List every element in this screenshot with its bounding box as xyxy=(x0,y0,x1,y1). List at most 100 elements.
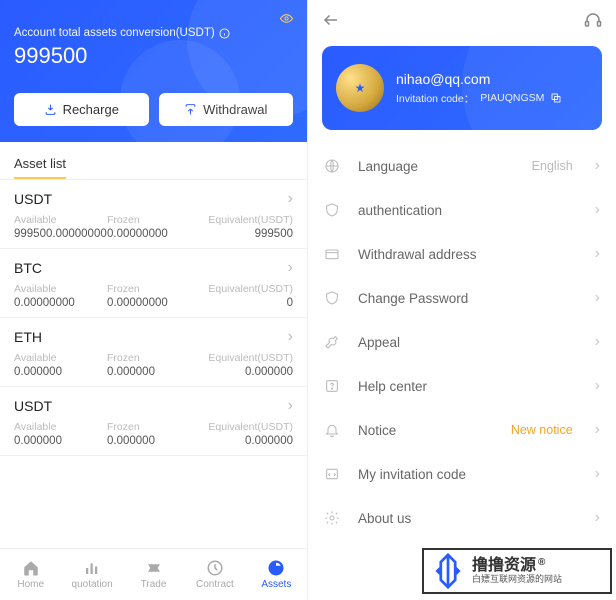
menu-meta: English xyxy=(532,159,573,173)
trade-icon xyxy=(145,559,163,577)
val-equiv: 0.000000 xyxy=(200,435,293,447)
tab-label: Trade xyxy=(141,579,167,590)
val-frozen: 0.000000 xyxy=(107,435,200,447)
chevron-right-icon: › xyxy=(595,377,600,395)
col-frozen: Frozen xyxy=(107,214,200,226)
menu-label: About us xyxy=(358,511,581,526)
menu-item-authentication[interactable]: authentication › xyxy=(308,188,616,232)
chevron-right-icon: › xyxy=(288,328,293,346)
menu-item-about-us[interactable]: About us › xyxy=(308,496,616,540)
eye-icon[interactable] xyxy=(280,12,293,25)
chevron-right-icon: › xyxy=(595,421,600,439)
settings-menu: Language English › authentication › With… xyxy=(308,144,616,540)
tab-contract[interactable]: Contract xyxy=(184,549,245,600)
chevron-right-icon: › xyxy=(288,259,293,277)
chevron-right-icon: › xyxy=(595,157,600,175)
copy-icon[interactable] xyxy=(550,92,562,104)
asset-symbol: ETH xyxy=(14,329,42,345)
asset-header[interactable]: ETH › xyxy=(14,328,293,346)
asset-header[interactable]: USDT › xyxy=(14,190,293,208)
val-available: 0.00000000 xyxy=(14,297,107,309)
col-available: Available xyxy=(14,352,107,364)
val-available: 0.000000 xyxy=(14,435,107,447)
tab-assets[interactable]: Assets xyxy=(246,549,307,600)
val-frozen: 0.00000000 xyxy=(107,228,200,240)
hero-title-text: Account total assets conversion(USDT) xyxy=(14,27,215,39)
shield-icon xyxy=(324,290,344,306)
menu-item-withdrawal-address[interactable]: Withdrawal address › xyxy=(308,232,616,276)
contract-icon xyxy=(206,559,224,577)
profile-screen: nihao@qq.com Invitation code： PIAUQNGSM … xyxy=(308,0,616,600)
withdrawal-label: Withdrawal xyxy=(203,102,267,117)
topbar xyxy=(308,0,616,40)
watermark-main: 撸撸资源 xyxy=(472,557,536,575)
val-equiv: 999500 xyxy=(200,228,293,240)
menu-item-language[interactable]: Language English › xyxy=(308,144,616,188)
upload-icon xyxy=(184,103,197,116)
val-frozen: 0.00000000 xyxy=(107,297,200,309)
tab-label: Assets xyxy=(261,579,291,590)
asset-header[interactable]: BTC › xyxy=(14,259,293,277)
code-icon xyxy=(324,466,344,482)
recharge-button[interactable]: Recharge xyxy=(14,93,149,126)
menu-label: Appeal xyxy=(358,335,581,350)
menu-item-notice[interactable]: Notice New notice › xyxy=(308,408,616,452)
col-equiv: Equivalent(USDT) xyxy=(200,214,293,226)
help-icon xyxy=(324,378,344,394)
invite-row: Invitation code： PIAUQNGSM xyxy=(396,91,562,106)
headset-icon[interactable] xyxy=(584,11,602,29)
chevron-right-icon: › xyxy=(595,201,600,219)
assets-hero: Account total assets conversion(USDT) 99… xyxy=(0,0,307,142)
menu-item-my-invitation-code[interactable]: My invitation code › xyxy=(308,452,616,496)
tab-home[interactable]: Home xyxy=(0,549,61,600)
menu-item-help-center[interactable]: Help center › xyxy=(308,364,616,408)
tab-quotation[interactable]: quotation xyxy=(61,549,122,600)
watermark-r: ® xyxy=(538,557,545,568)
menu-item-change-password[interactable]: Change Password › xyxy=(308,276,616,320)
asset-symbol: BTC xyxy=(14,260,42,276)
menu-meta: New notice xyxy=(511,423,573,437)
col-available: Available xyxy=(14,283,107,295)
menu-label: Language xyxy=(358,159,518,174)
asset-row: USDT › Available Frozen Equivalent(USDT)… xyxy=(0,387,307,456)
asset-header[interactable]: USDT › xyxy=(14,397,293,415)
menu-label: authentication xyxy=(358,203,581,218)
quotation-icon xyxy=(83,559,101,577)
tab-label: quotation xyxy=(72,579,113,590)
wrench-icon xyxy=(324,334,344,350)
watermark-sub: 白嫖互联网资源的网站 xyxy=(472,575,562,585)
gear-icon xyxy=(324,510,344,526)
chevron-right-icon: › xyxy=(595,509,600,527)
chevron-right-icon: › xyxy=(288,397,293,415)
col-equiv: Equivalent(USDT) xyxy=(200,421,293,433)
val-frozen: 0.000000 xyxy=(107,366,200,378)
tab-trade[interactable]: Trade xyxy=(123,549,184,600)
invite-label: Invitation code： xyxy=(396,91,474,106)
val-available: 0.000000 xyxy=(14,366,107,378)
download-icon xyxy=(44,103,57,116)
asset-list-title: Asset list xyxy=(14,156,66,179)
wallet-icon xyxy=(324,246,344,262)
globe-icon xyxy=(324,158,344,174)
val-available: 999500.00000000 xyxy=(14,228,107,240)
tabbar: Home quotation Trade Contract Assets xyxy=(0,548,307,600)
info-icon[interactable] xyxy=(219,28,230,39)
menu-label: My invitation code xyxy=(358,467,581,482)
watermark: 撸撸资源 ® 白嫖互联网资源的网站 xyxy=(422,548,612,594)
recharge-label: Recharge xyxy=(63,102,119,117)
menu-label: Withdrawal address xyxy=(358,247,581,262)
home-icon xyxy=(22,559,40,577)
withdrawal-button[interactable]: Withdrawal xyxy=(159,93,294,126)
col-available: Available xyxy=(14,214,107,226)
back-icon[interactable] xyxy=(322,11,340,29)
hero-title: Account total assets conversion(USDT) xyxy=(14,27,293,39)
chevron-right-icon: › xyxy=(595,333,600,351)
val-equiv: 0 xyxy=(200,297,293,309)
asset-row: USDT › Available Frozen Equivalent(USDT)… xyxy=(0,180,307,249)
col-available: Available xyxy=(14,421,107,433)
menu-label: Help center xyxy=(358,379,581,394)
hero-amount: 999500 xyxy=(14,43,293,69)
asset-symbol: USDT xyxy=(14,398,52,414)
asset-list: USDT › Available Frozen Equivalent(USDT)… xyxy=(0,180,307,456)
menu-item-appeal[interactable]: Appeal › xyxy=(308,320,616,364)
